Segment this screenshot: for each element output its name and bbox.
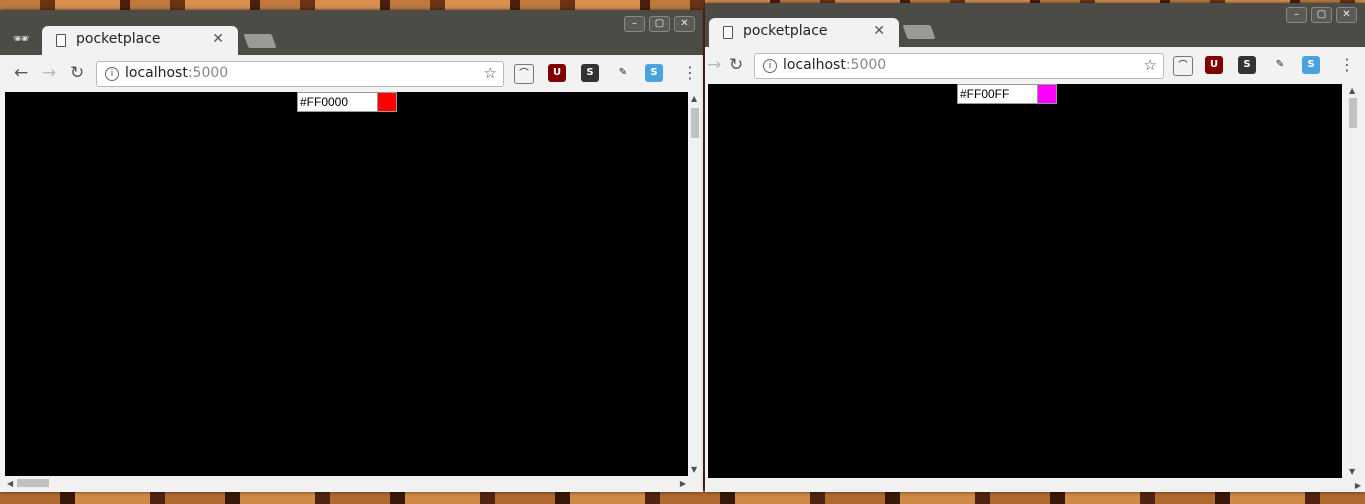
- kebab-menu-icon[interactable]: ⋮: [1339, 55, 1355, 74]
- star-icon[interactable]: ☆: [484, 64, 497, 82]
- color-swatch[interactable]: [377, 92, 397, 112]
- window-controls: – ▢ ✕: [1286, 7, 1357, 23]
- scroll-up-icon[interactable]: ▲: [691, 94, 697, 103]
- title-bar: 🕶 pocketplace ✕ – ▢ ✕: [0, 10, 703, 55]
- kebab-menu-icon[interactable]: ⋮: [682, 63, 698, 82]
- horizontal-scrollbar[interactable]: ▶: [708, 478, 1363, 492]
- url-text: localhost:5000: [783, 57, 887, 73]
- color-hex-input[interactable]: [297, 92, 377, 112]
- horizontal-scroll-thumb[interactable]: [17, 479, 49, 487]
- vertical-scrollbar[interactable]: ▲ ▼: [1346, 84, 1360, 478]
- reload-icon[interactable]: ↻: [729, 55, 743, 75]
- stylus-icon[interactable]: S: [1238, 56, 1256, 74]
- stylus-icon[interactable]: S: [581, 64, 599, 82]
- eyedropper-icon[interactable]: ✎: [614, 64, 632, 82]
- reload-icon[interactable]: ↻: [70, 63, 84, 83]
- extension-s-icon[interactable]: S: [1302, 56, 1320, 74]
- ublock-icon[interactable]: U: [1205, 56, 1223, 74]
- close-tab-icon[interactable]: ✕: [873, 23, 885, 39]
- maximize-button[interactable]: ▢: [649, 16, 670, 32]
- scroll-up-icon[interactable]: ▲: [1349, 86, 1355, 95]
- address-bar[interactable]: i localhost:5000 ☆: [754, 53, 1164, 79]
- page-icon: [723, 26, 733, 39]
- color-swatch[interactable]: [1037, 84, 1057, 104]
- cast-icon[interactable]: ⌒: [514, 64, 534, 84]
- close-window-button[interactable]: ✕: [1336, 7, 1357, 23]
- toolbar: ← → ↻ i localhost:5000 ☆ ⌒ U S ✎ S ⋮: [0, 55, 703, 92]
- color-hex-input[interactable]: [957, 84, 1037, 104]
- eyedropper-icon[interactable]: ✎: [1271, 56, 1289, 74]
- browser-window-left: 🕶 pocketplace ✕ – ▢ ✕ ← → ↻ i localhost:…: [0, 10, 703, 492]
- info-icon[interactable]: i: [105, 67, 119, 81]
- close-tab-icon[interactable]: ✕: [212, 31, 224, 47]
- color-picker: [297, 92, 397, 112]
- ublock-icon[interactable]: U: [548, 64, 566, 82]
- scroll-left-icon[interactable]: ◀: [7, 479, 13, 488]
- tab-pocketplace[interactable]: pocketplace ✕: [709, 18, 899, 47]
- tab-pocketplace[interactable]: pocketplace ✕: [42, 26, 238, 55]
- vertical-scroll-thumb[interactable]: [691, 108, 699, 138]
- minimize-button[interactable]: –: [1286, 7, 1307, 23]
- incognito-icon: 🕶: [12, 32, 30, 47]
- desktop-background-bottom: [0, 490, 1365, 504]
- tab-title: pocketplace: [743, 23, 828, 39]
- star-icon[interactable]: ☆: [1144, 56, 1157, 74]
- scroll-right-icon[interactable]: ▶: [680, 479, 686, 488]
- toolbar: → ↻ i localhost:5000 ☆ ⌒ U S ✎ S ⋮: [705, 47, 1365, 84]
- cast-icon[interactable]: ⌒: [1173, 56, 1193, 76]
- url-text: localhost:5000: [125, 65, 229, 81]
- page-canvas[interactable]: [708, 84, 1342, 478]
- color-picker: [957, 84, 1057, 104]
- scroll-down-icon[interactable]: ▼: [1349, 467, 1355, 476]
- page-canvas[interactable]: [5, 92, 688, 476]
- info-icon[interactable]: i: [763, 59, 777, 73]
- maximize-button[interactable]: ▢: [1311, 7, 1332, 23]
- close-window-button[interactable]: ✕: [674, 16, 695, 32]
- window-controls: – ▢ ✕: [624, 16, 695, 32]
- title-bar: pocketplace ✕ – ▢ ✕: [705, 3, 1365, 48]
- extension-s-icon[interactable]: S: [645, 64, 663, 82]
- vertical-scrollbar[interactable]: ▲ ▼: [688, 92, 702, 476]
- tab-title: pocketplace: [76, 31, 161, 47]
- browser-window-right: pocketplace ✕ – ▢ ✕ → ↻ i localhost:5000…: [705, 3, 1365, 492]
- new-tab-button[interactable]: [243, 34, 277, 48]
- minimize-button[interactable]: –: [624, 16, 645, 32]
- forward-arrow-icon[interactable]: →: [707, 55, 721, 75]
- vertical-scroll-thumb[interactable]: [1349, 98, 1357, 128]
- scroll-right-icon[interactable]: ▶: [1355, 481, 1361, 490]
- back-arrow-icon[interactable]: ←: [14, 63, 28, 83]
- forward-arrow-icon[interactable]: →: [42, 63, 56, 83]
- scroll-down-icon[interactable]: ▼: [691, 465, 697, 474]
- page-icon: [56, 34, 66, 47]
- address-bar[interactable]: i localhost:5000 ☆: [96, 61, 504, 87]
- new-tab-button[interactable]: [902, 25, 936, 39]
- horizontal-scrollbar[interactable]: ◀ ▶: [5, 476, 688, 490]
